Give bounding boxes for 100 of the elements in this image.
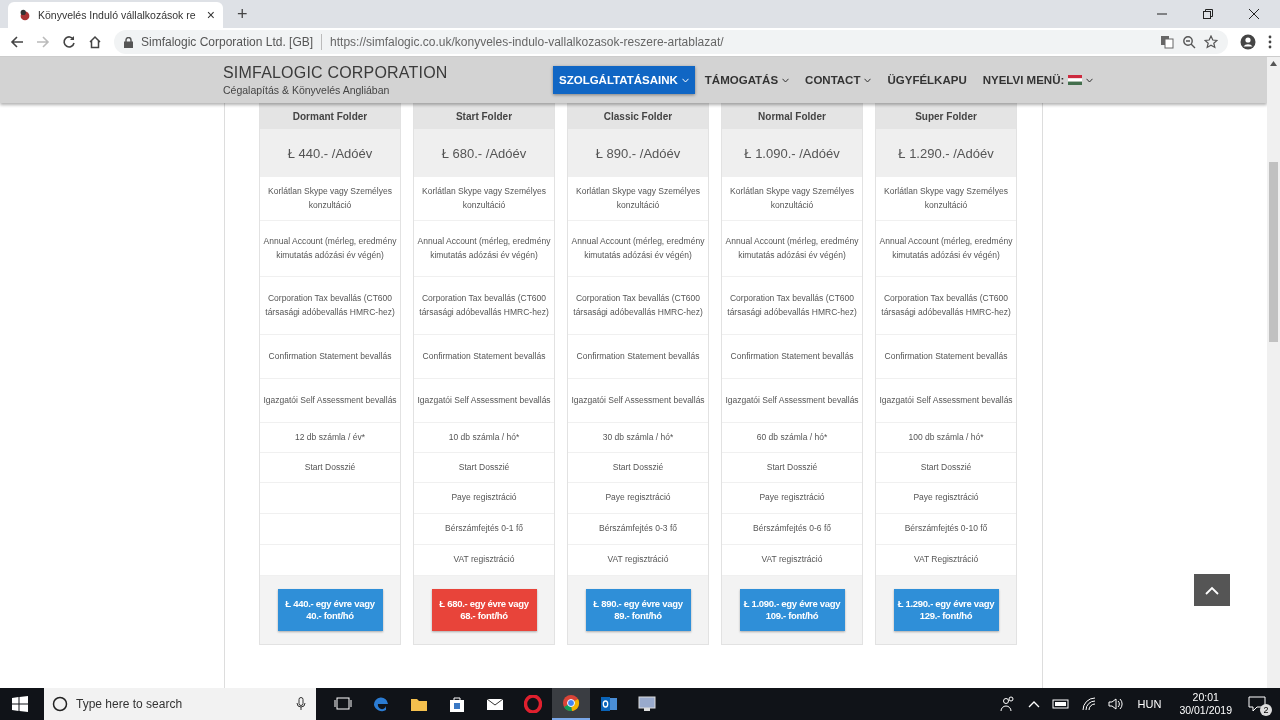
battery-icon[interactable] bbox=[1051, 699, 1070, 709]
plan-name: Classic Folder bbox=[568, 103, 708, 129]
folder-icon[interactable] bbox=[410, 696, 428, 712]
chevron-up-icon[interactable] bbox=[1027, 700, 1040, 708]
clock-time[interactable]: 20:01 bbox=[1192, 691, 1219, 704]
edge-browser-icon[interactable] bbox=[372, 695, 390, 713]
feature-text: Corporation Tax bevallás (CT600 társasági adóbevallás HMRC-hez) bbox=[572, 292, 704, 319]
wifi-icon[interactable] bbox=[1081, 697, 1096, 711]
plan-price: Ł 1.090.- /Adóév bbox=[722, 129, 862, 177]
feature-text: Start Dosszié bbox=[304, 460, 356, 474]
new-tab-button[interactable]: + bbox=[233, 4, 252, 25]
feature-text: Paye regisztráció bbox=[913, 491, 979, 505]
close-tab-button[interactable]: × bbox=[204, 7, 217, 23]
order-button[interactable]: Ł 680.- egy évre vagy 68.- font/hó bbox=[431, 589, 537, 631]
plan-price: Ł 680.- /Adóév bbox=[414, 129, 554, 177]
plan-name: Start Folder bbox=[414, 103, 554, 129]
feature-text: VAT regisztráció bbox=[607, 553, 669, 567]
feature-text: 100 db számla / hó* bbox=[908, 430, 984, 444]
opera-icon[interactable] bbox=[524, 695, 542, 713]
feature-text: Confirmation Statement bevallás bbox=[268, 349, 392, 363]
plan-price: Ł 440.- /Adóév bbox=[260, 129, 400, 177]
feature-text: Korlátlan Skype vagy Személyes konzultáció bbox=[421, 185, 547, 212]
chrome-icon[interactable] bbox=[562, 694, 580, 712]
feature-text: Annual Account (mérleg, eredmény kimutatás adózási év végén) bbox=[571, 235, 705, 262]
scroll-up-icon[interactable] bbox=[1270, 61, 1277, 66]
profile-icon[interactable] bbox=[1240, 34, 1256, 50]
restore-icon[interactable] bbox=[1202, 8, 1214, 20]
tab-title: Könyvelés Induló vállalkozások re bbox=[38, 9, 197, 21]
people-icon[interactable] bbox=[999, 696, 1016, 712]
feature-text: Bérszámfejtés 0-6 fő bbox=[753, 522, 831, 536]
scrollbar-thumb[interactable] bbox=[1269, 162, 1278, 342]
feature-text: 10 db számla / hó* bbox=[448, 430, 520, 444]
nav-menu-item[interactable]: CONTACT bbox=[799, 66, 878, 94]
taskbar-search-field[interactable]: Type here to search bbox=[44, 688, 316, 720]
home-icon[interactable] bbox=[88, 35, 102, 49]
notifications-icon[interactable] bbox=[1248, 696, 1266, 712]
feature-text: Annual Account (mérleg, eredmény kimutatás adózási év végén) bbox=[879, 235, 1013, 262]
outlook-icon[interactable] bbox=[600, 695, 618, 713]
clock-date[interactable]: 30/01/2019 bbox=[1179, 704, 1232, 717]
feature-text: Paye regisztráció bbox=[605, 491, 671, 505]
feature-text: Corporation Tax bevallás (CT600 társasági adóbevallás HMRC-hez) bbox=[880, 292, 1012, 319]
nav-menu-item[interactable]: ÜGYFÉLKAPU bbox=[881, 66, 973, 94]
plan-name: Super Folder bbox=[876, 103, 1016, 129]
shopping-bag-icon[interactable] bbox=[448, 695, 466, 713]
star-icon[interactable] bbox=[1204, 35, 1218, 49]
menu-icon[interactable] bbox=[1268, 35, 1272, 49]
feature-text: Igazgatói Self Assessment bevallás bbox=[417, 393, 551, 407]
feature-text: Igazgatói Self Assessment bevallás bbox=[571, 393, 705, 407]
feature-text: Korlátlan Skype vagy Személyes konzultáció bbox=[883, 185, 1009, 212]
translate-icon[interactable] bbox=[1160, 35, 1174, 49]
feature-text: Igazgatói Self Assessment bevallás bbox=[263, 393, 397, 407]
feature-text: Corporation Tax bevallás (CT600 társasági adóbevallás HMRC-hez) bbox=[418, 292, 550, 319]
feature-text: 12 db számla / év* bbox=[295, 430, 365, 444]
url-text: https://simfalogic.co.uk/konyveles-indulo-vallalkozasok-reszere-artablazat/ bbox=[330, 35, 724, 49]
windows-start-icon[interactable] bbox=[12, 696, 28, 712]
feature-text: Start Dosszié bbox=[766, 460, 818, 474]
feature-text: Korlátlan Skype vagy Személyes konzultáció bbox=[267, 185, 393, 212]
chevron-up-icon bbox=[1205, 585, 1219, 595]
task-view-icon[interactable] bbox=[334, 697, 352, 711]
site-identity: Simfalogic Corporation Ltd. [GB] bbox=[141, 35, 314, 49]
feature-text: Annual Account (mérleg, eredmény kimutatás adózási év végén) bbox=[725, 235, 859, 262]
microphone-icon[interactable] bbox=[296, 697, 306, 711]
lock-icon bbox=[124, 36, 133, 48]
input-language[interactable]: HUN bbox=[1137, 698, 1162, 710]
feature-text: Corporation Tax bevallás (CT600 társasági adóbevallás HMRC-hez) bbox=[726, 292, 858, 319]
feature-text: Korlátlan Skype vagy Személyes konzultáció bbox=[575, 185, 701, 212]
brand-name[interactable]: SIMFALOGIC CORPORATION bbox=[223, 64, 553, 82]
feature-text: Igazgatói Self Assessment bevallás bbox=[879, 393, 1013, 407]
nav-menu-item[interactable]: SZOLGÁLTATÁSAINK bbox=[553, 66, 695, 94]
monitor-icon[interactable] bbox=[638, 696, 656, 712]
scrollbar-track[interactable] bbox=[1267, 57, 1280, 688]
nav-menu-item[interactable]: NYELVI MENÜ: bbox=[976, 66, 1100, 94]
plan-price: Ł 890.- /Adóév bbox=[568, 129, 708, 177]
mail-icon[interactable] bbox=[486, 697, 504, 711]
reload-icon[interactable] bbox=[62, 35, 76, 49]
plan-name: Normal Folder bbox=[722, 103, 862, 129]
volume-icon[interactable] bbox=[1107, 697, 1124, 711]
feature-text: Bérszámfejtés 0-1 fő bbox=[445, 522, 523, 536]
feature-text: VAT regisztráció bbox=[761, 553, 823, 567]
feature-text: Bérszámfejtés 0-10 fő bbox=[904, 522, 988, 536]
cortana-icon[interactable] bbox=[52, 696, 68, 712]
brand-tagline: Cégalapítás & Könyvelés Angliában bbox=[223, 84, 391, 96]
feature-text: Corporation Tax bevallás (CT600 társasági adóbevallás HMRC-hez) bbox=[264, 292, 396, 319]
back-to-top-button[interactable] bbox=[1194, 574, 1230, 606]
close-icon[interactable] bbox=[1248, 8, 1260, 20]
back-icon[interactable] bbox=[10, 35, 24, 49]
zoom-out-icon[interactable] bbox=[1182, 35, 1196, 49]
feature-text: Start Dosszié bbox=[920, 460, 972, 474]
feature-text: Paye regisztráció bbox=[759, 491, 825, 505]
feature-text: Igazgatói Self Assessment bevallás bbox=[725, 393, 859, 407]
feature-text: VAT Regisztráció bbox=[913, 553, 979, 567]
address-field[interactable]: Simfalogic Corporation Ltd. [GB] https://simfalogic.co.uk/konyveles-indulo-vallalkozasok-reszere-artablazat/ bbox=[114, 30, 1228, 54]
nav-menu-item[interactable]: TÁMOGATÁS bbox=[698, 66, 796, 94]
feature-text: Confirmation Statement bevallás bbox=[422, 349, 546, 363]
feature-text: Confirmation Statement bevallás bbox=[730, 349, 854, 363]
feature-text: 60 db számla / hó* bbox=[756, 430, 828, 444]
browser-tab[interactable]: Könyvelés Induló vállalkozások re × bbox=[8, 2, 223, 28]
feature-text: Confirmation Statement bevallás bbox=[884, 349, 1008, 363]
plan-name: Dormant Folder bbox=[260, 103, 400, 129]
feature-text: VAT regisztráció bbox=[453, 553, 515, 567]
